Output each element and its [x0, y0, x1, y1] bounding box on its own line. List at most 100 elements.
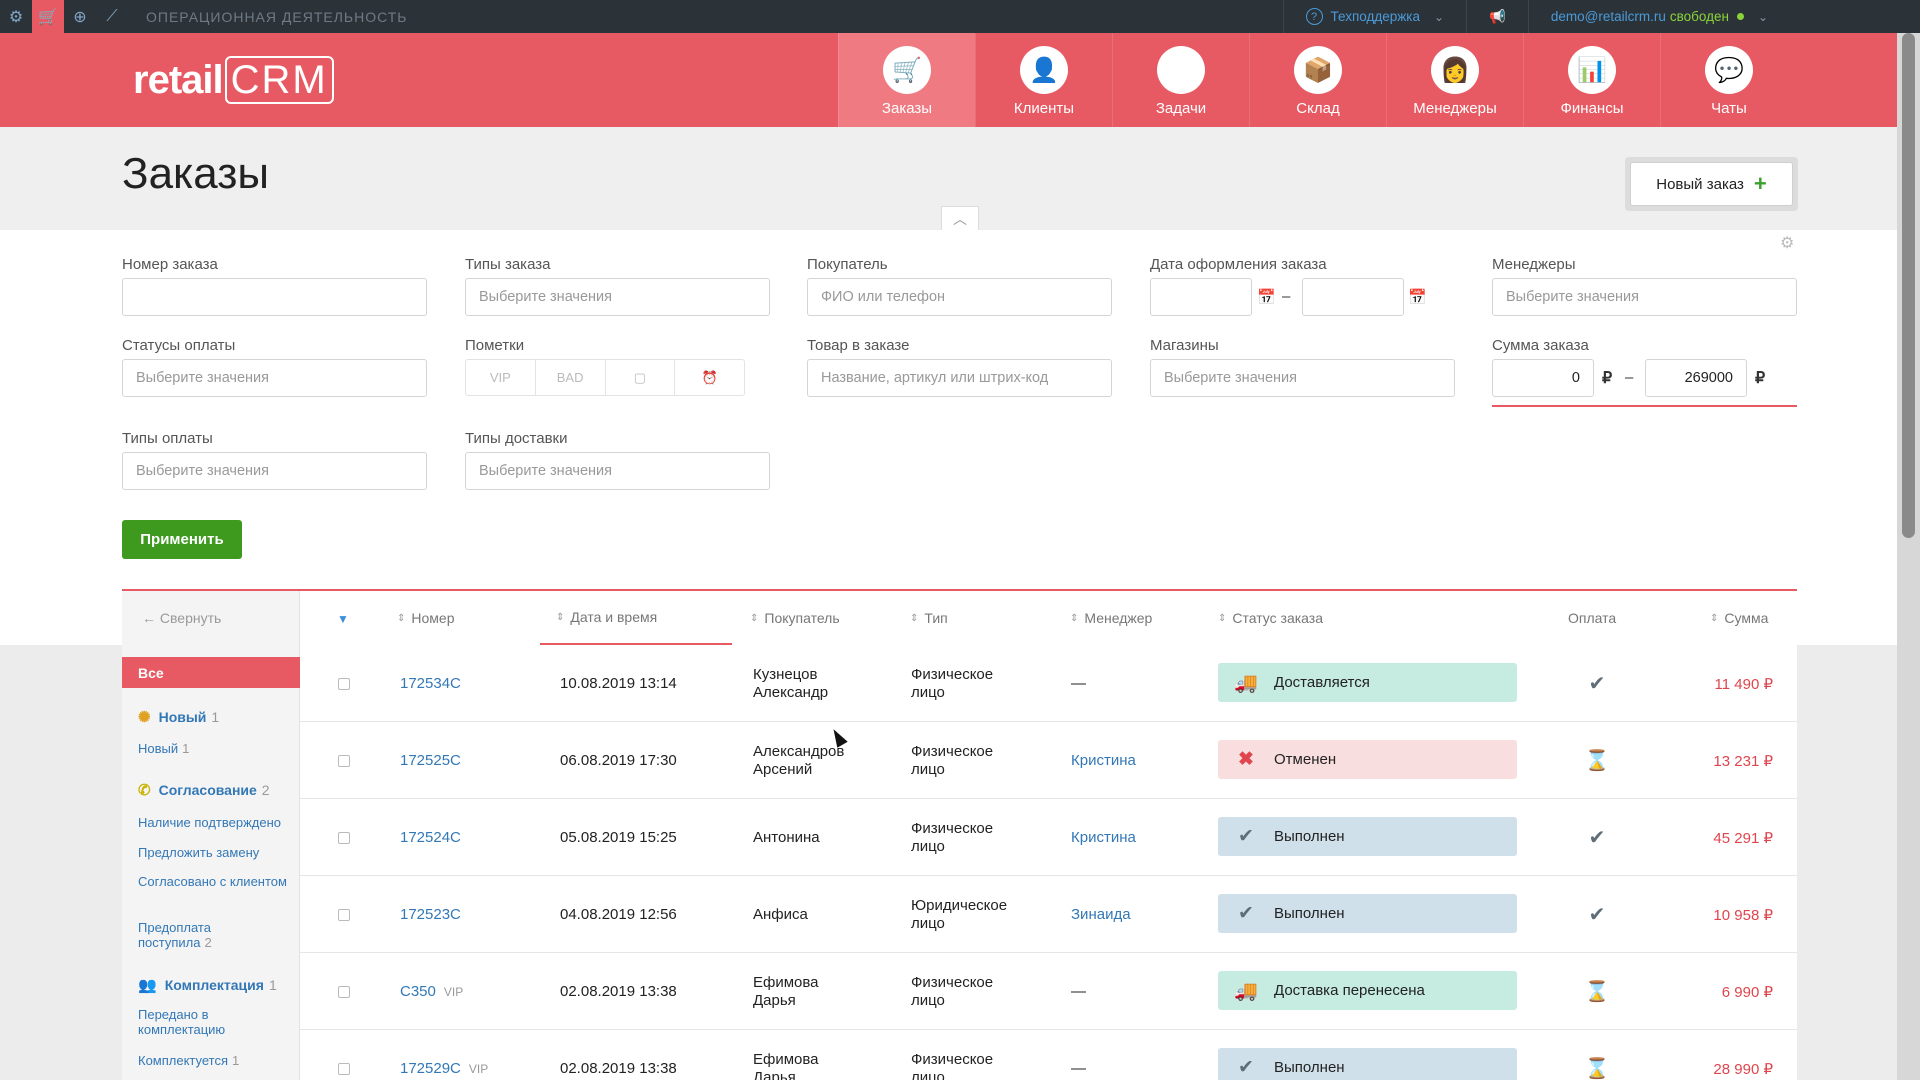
status-badge[interactable]: ✖ Отменен [1218, 740, 1517, 779]
payment-types-select[interactable]: Выберите значения [122, 452, 427, 490]
sidebar-item-new[interactable]: Новый 1 [138, 741, 288, 756]
row-checkbox[interactable] [338, 985, 350, 998]
sidebar-item-agreed-with-client[interactable]: Согласовано с клиентом [138, 874, 288, 889]
sidebar-item-availability-confirmed[interactable]: Наличие подтверждено [138, 815, 288, 830]
group-label: Комплектация [164, 977, 264, 993]
status-badge[interactable]: ✔ Выполнен [1218, 894, 1517, 933]
date-to-input[interactable] [1302, 278, 1404, 316]
order-types-select[interactable]: Выберите значения [465, 278, 770, 316]
range-dash: – [1282, 288, 1291, 305]
customer-label: Покупатель [807, 256, 888, 273]
select-all-dropdown-icon[interactable]: ▼ [337, 612, 349, 626]
sum-to-input[interactable]: 269000 [1645, 359, 1747, 397]
phone-icon: ✆ [138, 782, 151, 799]
sidebar-item-prepayment-received[interactable]: Предоплата поступила 2 [138, 920, 288, 950]
managers-select[interactable]: Выберите значения [1492, 278, 1797, 316]
mark-bad-toggle[interactable]: BAD [536, 360, 606, 395]
table-row[interactable]: C350 VIP 02.08.2019 13:38 Ефимова Дарья Физи… [300, 953, 1797, 1030]
order-number-link[interactable]: 172529C [400, 1060, 461, 1078]
product-input[interactable]: Название, артикул или штрих-код [807, 359, 1112, 397]
status-badge[interactable]: 🚚 Доставляется [1218, 663, 1517, 702]
sidebar-group-assembly[interactable]: 👥 Комплектация 1 [138, 976, 277, 994]
order-number-link[interactable]: 172524C [400, 829, 461, 847]
order-number-link[interactable]: 172523C [400, 906, 461, 924]
mark-calendar-toggle[interactable]: ▢ [606, 360, 676, 395]
sidebar-item-all[interactable]: Все [122, 657, 300, 688]
nav-item-cart[interactable]: 🛒 Заказы [838, 33, 975, 127]
column-sum[interactable]: ⇕ Сумма [1710, 591, 1768, 645]
table-row[interactable]: 172529C VIP 02.08.2019 13:38 Ефимова Дарья Ф… [300, 1030, 1797, 1080]
sidebar-item-offer-replacement[interactable]: Предложить замену [138, 845, 288, 860]
order-number-link[interactable]: C350 [400, 983, 436, 1001]
table-row[interactable]: 172523C 04.08.2019 12:56 Анфиса Юридическое… [300, 876, 1797, 953]
support-menu[interactable]: ? Техподдержка ⌄ [1282, 0, 1467, 33]
nav-label: Задачи [1155, 100, 1207, 117]
row-checkbox[interactable] [338, 831, 350, 844]
sidebar-group-approval[interactable]: ✆ Согласование 2 [138, 781, 270, 799]
column-status[interactable]: ⇕ Статус заказа [1218, 591, 1323, 645]
target-icon[interactable]: ⊕ [64, 0, 96, 33]
manager-link[interactable]: Зинаида [1071, 906, 1131, 924]
analytics-icon[interactable]: ⟋ [96, 0, 128, 33]
manager-link[interactable]: Кристина [1071, 752, 1136, 770]
column-datetime[interactable]: ⇕ Дата и время [540, 591, 732, 645]
customer-input[interactable]: ФИО или телефон [807, 278, 1112, 316]
sidebar-item-sent-to-assembly[interactable]: Передано в комплектацию [138, 1007, 288, 1037]
nav-item-warehouse[interactable]: 📦 Склад [1249, 33, 1386, 127]
calendar-icon[interactable]: 📅 [1408, 288, 1427, 306]
nav-item-client[interactable]: 👤 Клиенты [975, 33, 1112, 127]
user-menu[interactable]: demo@retailcrm.ru свободен ⌄ [1527, 0, 1790, 33]
manager-link[interactable]: Кристина [1071, 829, 1136, 847]
column-datetime-label: Дата и время [570, 609, 658, 625]
column-number[interactable]: ⇕ Номер [397, 591, 454, 645]
apply-button[interactable]: Применить [122, 520, 242, 559]
table-row[interactable]: 172525C 06.08.2019 17:30 Александров Арсен… [300, 722, 1797, 799]
status-badge[interactable]: ✔ Выполнен [1218, 817, 1517, 856]
column-customer[interactable]: ⇕ Покупатель [750, 591, 840, 645]
logo[interactable]: retail CRM [133, 56, 334, 104]
announcements-button[interactable]: 📢 [1466, 0, 1528, 33]
hourglass-icon: ⌛ [1584, 750, 1610, 772]
nav-item-tasks[interactable]: ☰ Задачи [1112, 33, 1249, 127]
nav-item-managers[interactable]: 👩 Менеджеры [1386, 33, 1523, 127]
settings-icon[interactable]: ⚙ [0, 0, 32, 33]
status-badge[interactable]: ✔ Выполнен [1218, 1048, 1517, 1080]
chat-icon: 💬 [1705, 46, 1753, 94]
sort-icon: ⇕ [750, 612, 759, 624]
date-from-input[interactable] [1150, 278, 1252, 316]
order-number-link[interactable]: 172534C [400, 675, 461, 693]
new-order-button[interactable]: Новый заказ + [1630, 162, 1793, 206]
item-label: Согласовано с клиентом [138, 874, 287, 889]
shops-select[interactable]: Выберите значения [1150, 359, 1455, 397]
table-row[interactable]: 172534C 10.08.2019 13:14 Кузнецов Александ… [300, 645, 1797, 722]
calendar-icon[interactable]: 📅 [1257, 288, 1276, 306]
scrollbar-thumb[interactable] [1902, 33, 1915, 538]
row-checkbox-cell [338, 645, 350, 722]
order-datetime: 04.08.2019 12:56 [560, 905, 677, 923]
column-type[interactable]: ⇕ Тип [910, 591, 948, 645]
status-badge[interactable]: 🚚 Доставка перенесена [1218, 971, 1517, 1010]
mark-alarm-toggle[interactable]: ⏰ [675, 360, 744, 395]
nav-item-finance[interactable]: 📊 Финансы [1523, 33, 1660, 127]
sum-from-input[interactable]: 0 [1492, 359, 1594, 397]
payment-statuses-select[interactable]: Выберите значения [122, 359, 427, 397]
order-number-input[interactable] [122, 278, 427, 316]
mark-vip-toggle[interactable]: VIP [466, 360, 536, 395]
cart-icon[interactable]: 🛒 [32, 0, 64, 33]
plus-icon: + [1753, 171, 1767, 196]
table-row[interactable]: 172524C 05.08.2019 15:25 Антонина Физическо… [300, 799, 1797, 876]
sidebar-item-assembling[interactable]: Комплектуется 1 [138, 1053, 288, 1068]
filter-settings-icon[interactable]: ⚙ [1780, 233, 1794, 253]
order-number-link[interactable]: 172525C [400, 752, 461, 770]
collapse-sidebar-button[interactable]: ← Свернуть [122, 591, 300, 645]
row-checkbox[interactable] [338, 908, 350, 921]
row-checkbox[interactable] [338, 754, 350, 767]
row-checkbox[interactable] [338, 1062, 350, 1075]
sidebar-group-new[interactable]: ✺ Новый 1 [138, 708, 219, 726]
page-scrollbar[interactable] [1897, 33, 1920, 1080]
collapse-filters-toggle[interactable]: ︿ [941, 206, 979, 230]
nav-item-chat[interactable]: 💬 Чаты [1660, 33, 1797, 127]
row-checkbox[interactable] [338, 677, 350, 690]
delivery-types-select[interactable]: Выберите значения [465, 452, 770, 490]
column-manager[interactable]: ⇕ Менеджер [1070, 591, 1152, 645]
